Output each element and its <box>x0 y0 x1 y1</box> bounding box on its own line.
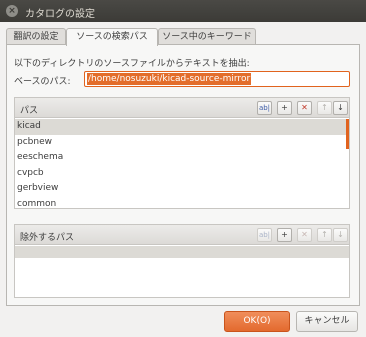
edit-path-button[interactable]: ab| <box>257 101 272 115</box>
title-bar: × カタログの設定 <box>0 0 366 22</box>
excluded-list-label: 除外するパス <box>20 233 75 243</box>
list-item[interactable]: pcbnew <box>15 135 349 151</box>
list-item[interactable]: common <box>15 197 349 213</box>
base-path-label: ベースのパス: <box>14 77 71 87</box>
scroll-indicator[interactable] <box>346 119 349 149</box>
paths-list-label: パス <box>20 106 39 116</box>
move-down-excluded-button[interactable]: ↓ <box>333 228 348 242</box>
list-item[interactable]: kicad <box>15 119 349 135</box>
list-item[interactable]: eeschema <box>15 150 349 166</box>
move-up-excluded-button[interactable]: ↑ <box>317 228 332 242</box>
paths-list: パス ab| + ✕ ↑ ↓ kicad pcbnew eeschema cvp… <box>14 97 350 209</box>
add-icon: + <box>281 103 288 112</box>
delete-icon: ✕ <box>301 103 308 112</box>
list-item[interactable]: gerbview <box>15 181 349 197</box>
move-down-button[interactable]: ↓ <box>333 101 348 115</box>
tab-source-paths[interactable]: ソースの検索パス <box>66 28 158 46</box>
arrow-up-icon: ↑ <box>321 103 328 112</box>
list-item[interactable]: cvpcb <box>15 166 349 182</box>
paths-rows: kicad pcbnew eeschema cvpcb gerbview com… <box>15 119 349 209</box>
paths-description: 以下のディレクトリのソースファイルからテキストを抽出: <box>14 59 250 69</box>
add-path-button[interactable]: + <box>277 101 292 115</box>
tab-source-keywords[interactable]: ソース中のキーワード <box>158 28 256 45</box>
delete-path-button[interactable]: ✕ <box>297 101 312 115</box>
edit-icon: ab| <box>258 231 271 239</box>
edit-excluded-button[interactable]: ab| <box>257 228 272 242</box>
window-title: カタログの設定 <box>25 9 95 20</box>
arrow-down-icon: ↓ <box>337 230 344 239</box>
paths-list-header: パス ab| + ✕ ↑ ↓ <box>15 98 349 118</box>
ok-button[interactable]: OK(O) <box>224 311 290 332</box>
excluded-list-header: 除外するパス ab| + ✕ ↑ ↓ <box>15 225 349 245</box>
add-excluded-button[interactable]: + <box>277 228 292 242</box>
delete-icon: ✕ <box>301 230 308 239</box>
base-path-value: /home/nosuzuki/kicad-source-mirror <box>87 73 252 85</box>
edit-icon: ab| <box>258 104 271 112</box>
excluded-paths-list: 除外するパス ab| + ✕ ↑ ↓ <box>14 224 350 298</box>
add-icon: + <box>281 230 288 239</box>
arrow-down-icon: ↓ <box>337 103 344 112</box>
arrow-up-icon: ↑ <box>321 230 328 239</box>
move-up-button[interactable]: ↑ <box>317 101 332 115</box>
list-item[interactable] <box>15 246 349 258</box>
excluded-rows <box>15 246 349 297</box>
tab-translation-settings[interactable]: 翻訳の設定 <box>6 28 66 45</box>
delete-excluded-button[interactable]: ✕ <box>297 228 312 242</box>
base-path-input[interactable]: /home/nosuzuki/kicad-source-mirror <box>84 71 350 87</box>
close-icon[interactable]: × <box>6 5 18 17</box>
cancel-button[interactable]: キャンセル <box>296 311 358 332</box>
